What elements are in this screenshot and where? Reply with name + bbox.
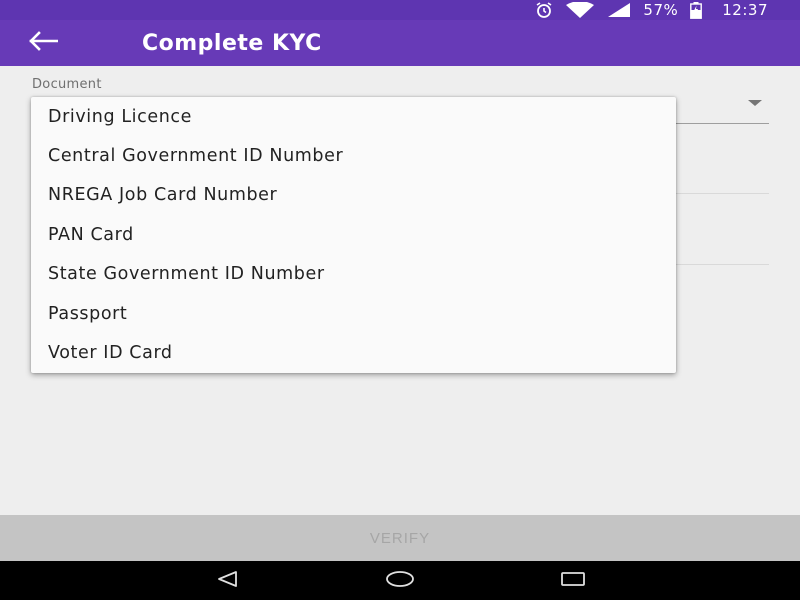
alarm-icon xyxy=(535,2,553,18)
document-dropdown-menu: Driving Licence Central Government ID Nu… xyxy=(31,97,676,373)
nav-recents-button[interactable] xyxy=(553,566,593,596)
document-label: Document xyxy=(32,77,102,92)
signal-icon xyxy=(607,2,631,18)
verify-button[interactable]: VERIFY xyxy=(0,515,800,561)
clock: 12:37 xyxy=(722,1,768,19)
wifi-icon xyxy=(565,2,595,18)
screen: 57% 12:37 Complete KYC Document Driving … xyxy=(0,0,800,600)
back-triangle-icon xyxy=(216,570,238,592)
nav-home-button[interactable] xyxy=(380,566,420,596)
battery-percentage: 57% xyxy=(643,1,679,19)
status-bar: 57% 12:37 xyxy=(0,0,800,20)
menu-item-voter-id-card[interactable]: Voter ID Card xyxy=(31,333,676,372)
arrow-back-icon xyxy=(28,31,59,55)
menu-item-passport[interactable]: Passport xyxy=(31,294,676,333)
home-circle-icon xyxy=(385,570,415,592)
app-bar: Complete KYC xyxy=(0,20,800,66)
recents-square-icon xyxy=(560,570,586,592)
page-title: Complete KYC xyxy=(142,30,322,56)
navigation-bar xyxy=(0,561,800,600)
menu-item-central-government-id[interactable]: Central Government ID Number xyxy=(31,136,676,175)
menu-item-nrega-job-card[interactable]: NREGA Job Card Number xyxy=(31,176,676,215)
menu-item-driving-licence[interactable]: Driving Licence xyxy=(31,97,676,136)
nav-back-button[interactable] xyxy=(207,566,247,596)
dropdown-arrow-icon xyxy=(748,100,762,106)
battery-icon xyxy=(690,1,703,19)
menu-item-pan-card[interactable]: PAN Card xyxy=(31,215,676,254)
menu-item-state-government-id[interactable]: State Government ID Number xyxy=(31,255,676,294)
back-button[interactable] xyxy=(28,20,88,66)
